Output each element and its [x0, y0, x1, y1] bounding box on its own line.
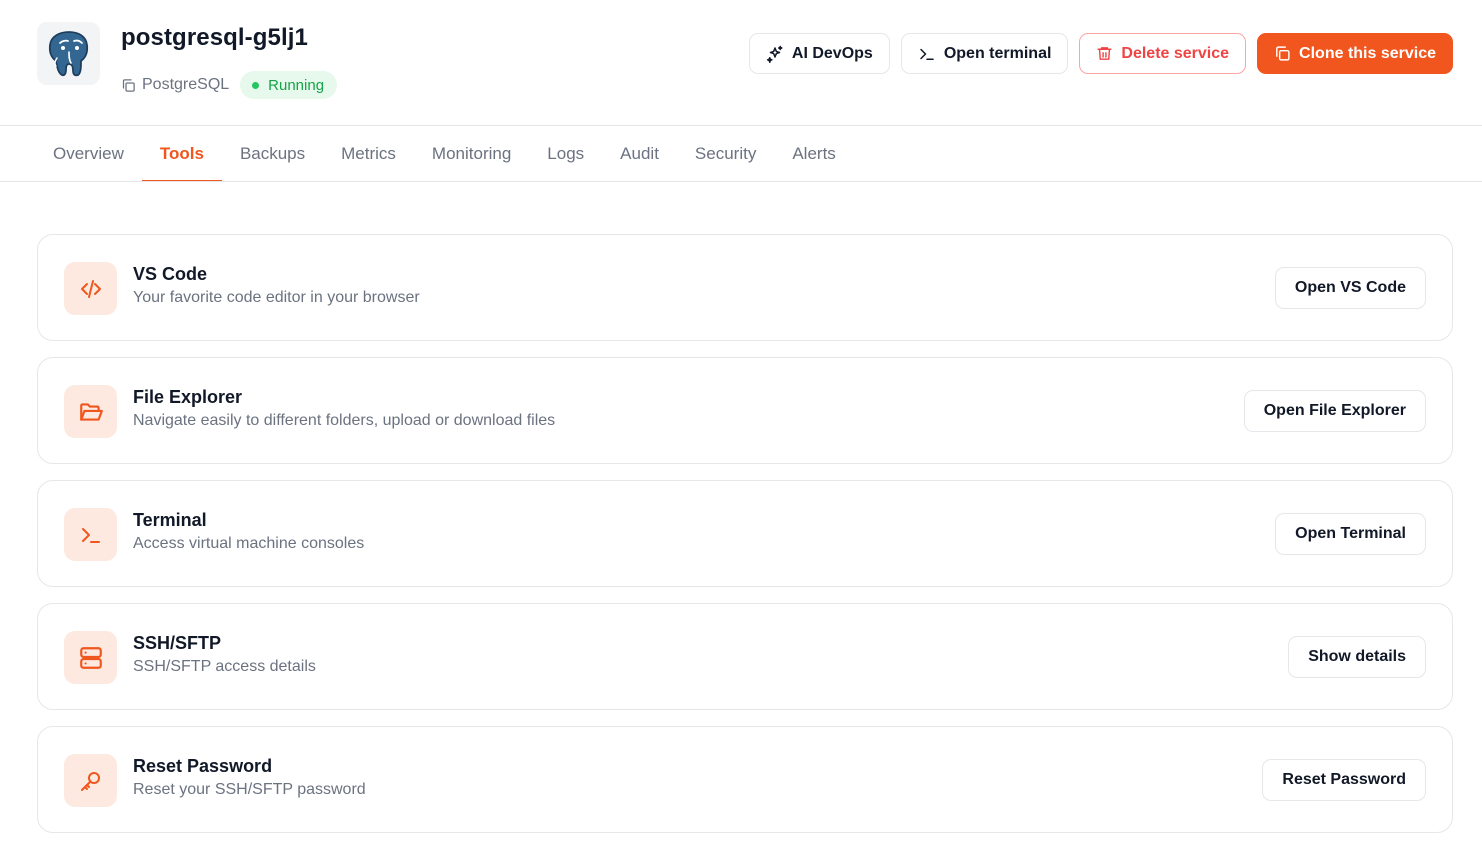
- tab-audit[interactable]: Audit: [602, 126, 677, 182]
- service-meta: PostgreSQL Running: [121, 71, 338, 99]
- tab-bar: Overview Tools Backups Metrics Monitorin…: [35, 126, 854, 182]
- service-type-label: PostgreSQL: [142, 76, 230, 93]
- open-file-explorer-button[interactable]: Open File Explorer: [1243, 390, 1426, 432]
- open-terminal-label: Open terminal: [943, 44, 1052, 62]
- status-label: Running: [268, 76, 325, 94]
- copy-icon: [122, 78, 135, 92]
- tool-icon-box: [64, 631, 117, 684]
- clone-service-button[interactable]: Clone this service: [1257, 33, 1453, 74]
- tool-title: File Explorer: [133, 387, 243, 407]
- service-header: postgresql-g5lj1 PostgreSQL Running AI D…: [0, 0, 1482, 126]
- tool-description: Your favorite code editor in your browse…: [133, 289, 420, 306]
- tool-icon-box: [64, 385, 117, 438]
- postgresql-elephant-icon: [48, 30, 88, 76]
- terminal-icon: [920, 48, 934, 60]
- tool-title: VS Code: [133, 264, 208, 284]
- open-terminal-button[interactable]: Open terminal: [900, 33, 1069, 74]
- tool-icon-box: [64, 262, 117, 315]
- tab-alerts[interactable]: Alerts: [774, 126, 853, 182]
- tool-card-file-explorer: File Explorer Navigate easily to differe…: [37, 357, 1453, 464]
- tool-icon-box: [64, 508, 117, 561]
- tab-logs[interactable]: Logs: [529, 126, 602, 182]
- tool-card-vscode: VS Code Your favorite code editor in you…: [37, 234, 1453, 341]
- open-terminal-tool-button[interactable]: Open Terminal: [1275, 513, 1426, 555]
- tab-tools[interactable]: Tools: [141, 126, 223, 182]
- tab-divider: [0, 181, 1482, 182]
- tab-metrics[interactable]: Metrics: [323, 126, 414, 182]
- tool-description: Access virtual machine consoles: [133, 535, 365, 552]
- tool-description: Reset your SSH/SFTP password: [133, 781, 366, 798]
- status-badge: Running: [240, 71, 338, 99]
- tool-card-reset-password: Reset Password Reset your SSH/SFTP passw…: [37, 726, 1453, 833]
- tab-backups[interactable]: Backups: [222, 126, 323, 182]
- tool-text: Reset Password Reset your SSH/SFTP passw…: [133, 755, 366, 801]
- tool-title: SSH/SFTP: [133, 633, 222, 653]
- sparkles-icon: [766, 45, 783, 63]
- tool-icon-box: [64, 754, 117, 807]
- trash-icon: [1097, 47, 1112, 60]
- key-icon: [80, 771, 100, 791]
- server-icon: [79, 646, 102, 669]
- open-vscode-button[interactable]: Open VS Code: [1274, 267, 1426, 309]
- tool-title: Terminal: [133, 510, 207, 530]
- tool-description: Navigate easily to different folders, up…: [133, 412, 556, 429]
- tools-list: VS Code Your favorite code editor in you…: [37, 234, 1453, 849]
- tab-overview[interactable]: Overview: [35, 126, 142, 182]
- reset-password-button[interactable]: Reset Password: [1262, 759, 1426, 801]
- service-name: postgresql-g5lj1: [121, 24, 308, 51]
- ai-devops-label: AI DevOps: [791, 44, 873, 62]
- tool-title: Reset Password: [133, 756, 273, 776]
- tool-description: SSH/SFTP access details: [133, 658, 316, 675]
- tool-text: File Explorer Navigate easily to differe…: [133, 386, 555, 432]
- service-logo: [37, 22, 100, 85]
- tool-text: Terminal Access virtual machine consoles: [133, 509, 364, 555]
- delete-service-button[interactable]: Delete service: [1079, 33, 1247, 74]
- code-icon: [80, 279, 101, 298]
- show-details-button[interactable]: Show details: [1288, 636, 1426, 678]
- tool-card-terminal: Terminal Access virtual machine consoles…: [37, 480, 1453, 587]
- header-actions: AI DevOps Open terminal Delete service C…: [748, 33, 1453, 74]
- tab-monitoring[interactable]: Monitoring: [414, 126, 529, 182]
- delete-service-label: Delete service: [1121, 44, 1230, 62]
- service-type: PostgreSQL: [121, 76, 229, 94]
- status-dot-icon: [252, 81, 260, 89]
- folder-open-icon: [79, 402, 103, 421]
- tool-card-ssh-sftp: SSH/SFTP SSH/SFTP access details Show de…: [37, 603, 1453, 710]
- clone-service-label: Clone this service: [1299, 44, 1436, 62]
- copy-icon: [1276, 46, 1290, 61]
- tab-security[interactable]: Security: [677, 126, 774, 182]
- tool-text: VS Code Your favorite code editor in you…: [133, 263, 420, 309]
- ai-devops-button[interactable]: AI DevOps: [748, 33, 890, 74]
- terminal-icon: [81, 527, 100, 543]
- tool-text: SSH/SFTP SSH/SFTP access details: [133, 632, 316, 678]
